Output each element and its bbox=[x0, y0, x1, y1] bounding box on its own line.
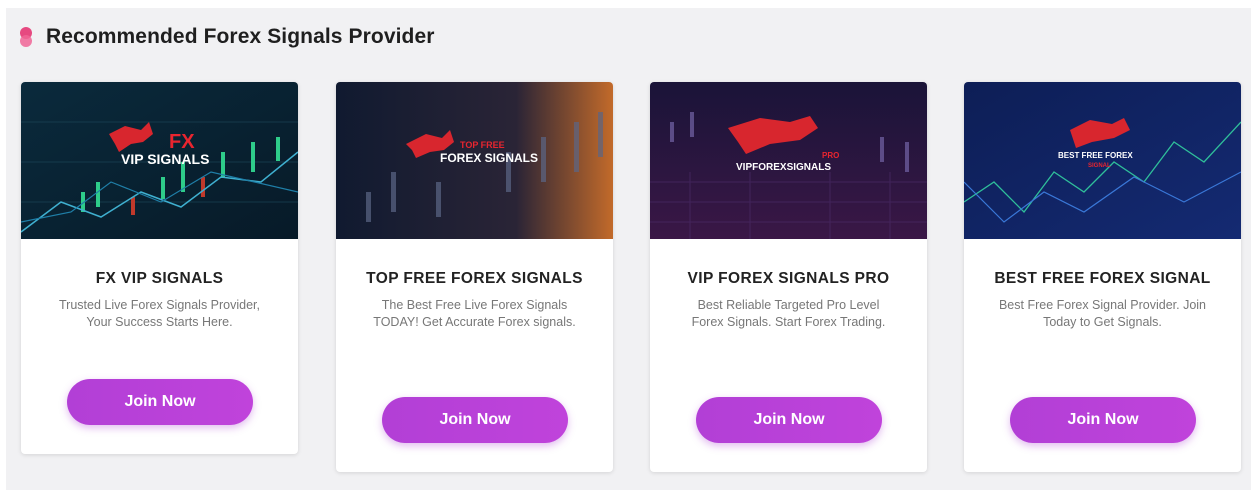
card-description: The Best Free Live Forex Signals TODAY! … bbox=[373, 298, 576, 329]
card-title: FX VIP SIGNALS bbox=[95, 270, 224, 287]
provider-card-top-free-forex-signals: TOP FREE FOREX SIGNALS TOP FREE FOREX SI… bbox=[336, 82, 613, 472]
card-title: BEST FREE FOREX SIGNAL bbox=[994, 270, 1211, 287]
join-now-button[interactable]: Join Now bbox=[1010, 397, 1196, 443]
card-description: Best Reliable Targeted Pro Level Forex S… bbox=[691, 298, 886, 329]
logo-line2: VIP SIGNALS bbox=[121, 151, 209, 167]
section-title: Recommended Forex Signals Provider bbox=[46, 25, 435, 48]
logo-line2: VIPFOREXSIGNALS bbox=[736, 162, 831, 173]
logo-line1: TOP FREE bbox=[460, 140, 505, 150]
card-banner-image[interactable]: PRO VIPFOREXSIGNALS bbox=[650, 82, 927, 239]
section-header: Recommended Forex Signals Provider bbox=[20, 22, 435, 52]
logo-line1: FX bbox=[169, 131, 195, 153]
card-description: Best Free Forex Signal Provider. Join To… bbox=[998, 298, 1207, 329]
logo-line2: FOREX SIGNALS bbox=[440, 151, 538, 165]
card-banner-image[interactable]: BEST FREE FOREX SIGNAL bbox=[964, 82, 1241, 239]
dots-icon bbox=[20, 27, 32, 47]
card-banner-image[interactable]: TOP FREE FOREX SIGNALS bbox=[336, 82, 613, 239]
join-now-button[interactable]: Join Now bbox=[696, 397, 882, 443]
logo-line1: BEST FREE FOREX bbox=[1058, 151, 1133, 160]
card-title: TOP FREE FOREX SIGNALS bbox=[366, 270, 583, 287]
logo-line1: PRO bbox=[822, 151, 839, 160]
card-title: VIP FOREX SIGNALS PRO bbox=[687, 270, 890, 287]
join-now-button[interactable]: Join Now bbox=[382, 397, 568, 443]
card-banner-image[interactable]: FX VIP SIGNALS bbox=[21, 82, 298, 239]
logo-line2: SIGNAL bbox=[1088, 163, 1111, 169]
provider-card-fx-vip-signals: FX VIP SIGNALS FX VIP SIGNALS Trusted Li… bbox=[21, 82, 298, 454]
provider-card-vip-forex-signals-pro: PRO VIPFOREXSIGNALS VIP FOREX SIGNALS PR… bbox=[650, 82, 927, 472]
provider-card-best-free-forex-signal: BEST FREE FOREX SIGNAL BEST FREE FOREX S… bbox=[964, 82, 1241, 472]
join-now-button[interactable]: Join Now bbox=[67, 379, 253, 425]
card-description: Trusted Live Forex Signals Provider, You… bbox=[58, 298, 260, 329]
